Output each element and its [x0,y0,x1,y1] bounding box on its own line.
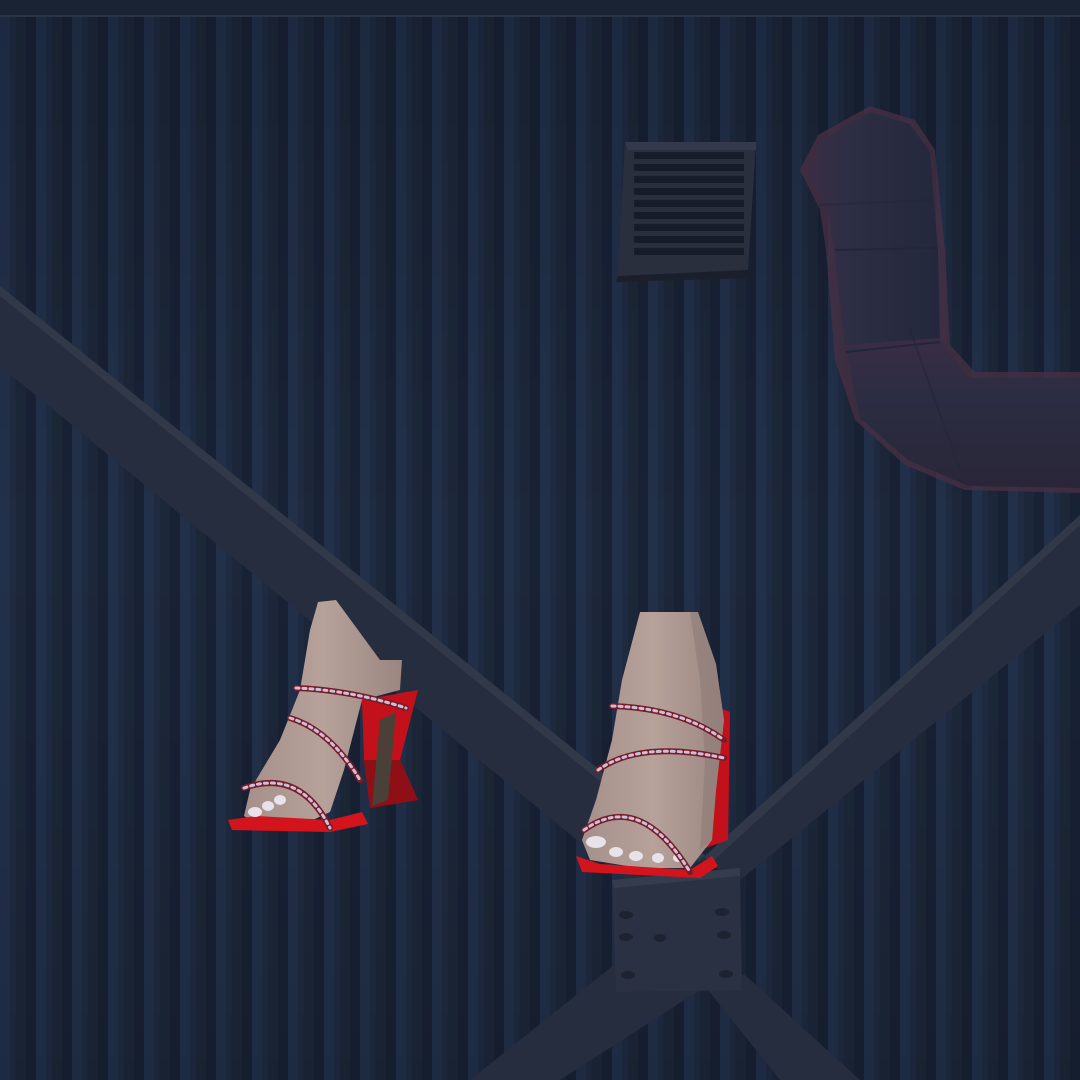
game-scene [0,0,1080,1080]
scene-canvas [0,0,1080,1080]
gusset-plate [612,868,742,992]
air-vent [616,142,756,282]
